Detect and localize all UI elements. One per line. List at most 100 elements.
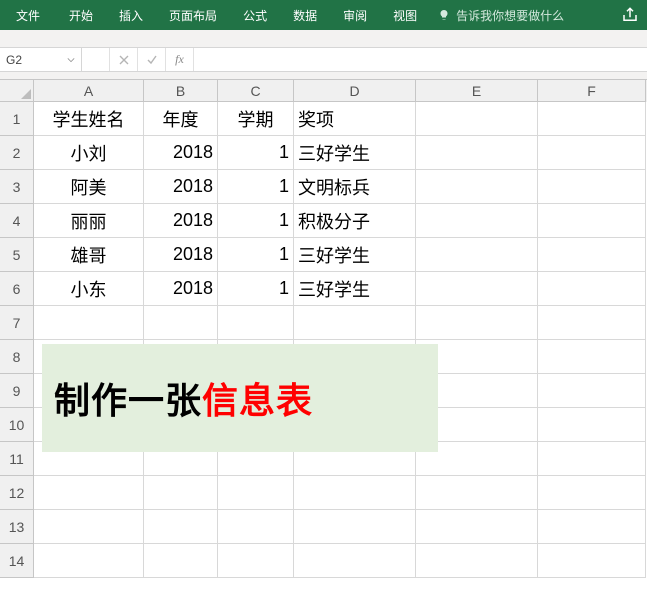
ribbon-tab-view[interactable]: 视图 bbox=[380, 0, 430, 30]
cell-f8[interactable] bbox=[538, 340, 646, 374]
formula-input[interactable] bbox=[194, 48, 647, 71]
ribbon-tab-formulas[interactable]: 公式 bbox=[230, 0, 280, 30]
cell-d4[interactable]: 积极分子 bbox=[294, 204, 416, 238]
cell-b1[interactable]: 年度 bbox=[144, 102, 218, 136]
cell-a13[interactable] bbox=[34, 510, 144, 544]
ribbon-tab-review[interactable]: 审阅 bbox=[330, 0, 380, 30]
row-header-13[interactable]: 13 bbox=[0, 510, 34, 544]
cell-d2[interactable]: 三好学生 bbox=[294, 136, 416, 170]
cell-e4[interactable] bbox=[416, 204, 538, 238]
row-header-5[interactable]: 5 bbox=[0, 238, 34, 272]
cell-a12[interactable] bbox=[34, 476, 144, 510]
cell-c14[interactable] bbox=[218, 544, 294, 578]
row-header-6[interactable]: 6 bbox=[0, 272, 34, 306]
ribbon-tab-insert[interactable]: 插入 bbox=[106, 0, 156, 30]
row-header-2[interactable]: 2 bbox=[0, 136, 34, 170]
cell-d3[interactable]: 文明标兵 bbox=[294, 170, 416, 204]
row-header-1[interactable]: 1 bbox=[0, 102, 34, 136]
cell-c13[interactable] bbox=[218, 510, 294, 544]
cell-f10[interactable] bbox=[538, 408, 646, 442]
cell-e7[interactable] bbox=[416, 306, 538, 340]
cell-a2[interactable]: 小刘 bbox=[34, 136, 144, 170]
col-header-b[interactable]: B bbox=[144, 80, 218, 102]
cell-c1[interactable]: 学期 bbox=[218, 102, 294, 136]
cell-f4[interactable] bbox=[538, 204, 646, 238]
col-header-a[interactable]: A bbox=[34, 80, 144, 102]
row-header-7[interactable]: 7 bbox=[0, 306, 34, 340]
cancel-formula-button[interactable] bbox=[110, 48, 138, 71]
ribbon-tab-data[interactable]: 数据 bbox=[280, 0, 330, 30]
cell-f5[interactable] bbox=[538, 238, 646, 272]
cell-f12[interactable] bbox=[538, 476, 646, 510]
cell-c3[interactable]: 1 bbox=[218, 170, 294, 204]
ribbon-tab-page-layout[interactable]: 页面布局 bbox=[156, 0, 230, 30]
select-all-corner[interactable] bbox=[0, 80, 34, 102]
cell-b2[interactable]: 2018 bbox=[144, 136, 218, 170]
cell-e1[interactable] bbox=[416, 102, 538, 136]
cell-b5[interactable]: 2018 bbox=[144, 238, 218, 272]
name-box[interactable]: G2 bbox=[0, 48, 82, 71]
share-icon[interactable] bbox=[621, 6, 639, 24]
row-header-12[interactable]: 12 bbox=[0, 476, 34, 510]
cell-e2[interactable] bbox=[416, 136, 538, 170]
cell-d12[interactable] bbox=[294, 476, 416, 510]
cell-d14[interactable] bbox=[294, 544, 416, 578]
cell-d7[interactable] bbox=[294, 306, 416, 340]
cell-e12[interactable] bbox=[416, 476, 538, 510]
row-header-9[interactable]: 9 bbox=[0, 374, 34, 408]
cell-a5[interactable]: 雄哥 bbox=[34, 238, 144, 272]
cell-a7[interactable] bbox=[34, 306, 144, 340]
cell-a4[interactable]: 丽丽 bbox=[34, 204, 144, 238]
cell-a3[interactable]: 阿美 bbox=[34, 170, 144, 204]
row-header-3[interactable]: 3 bbox=[0, 170, 34, 204]
cell-e6[interactable] bbox=[416, 272, 538, 306]
cell-c4[interactable]: 1 bbox=[218, 204, 294, 238]
cell-e5[interactable] bbox=[416, 238, 538, 272]
cell-f2[interactable] bbox=[538, 136, 646, 170]
cell-d5[interactable]: 三好学生 bbox=[294, 238, 416, 272]
cell-a6[interactable]: 小东 bbox=[34, 272, 144, 306]
cell-e3[interactable] bbox=[416, 170, 538, 204]
cell-a14[interactable] bbox=[34, 544, 144, 578]
cell-e14[interactable] bbox=[416, 544, 538, 578]
cell-f14[interactable] bbox=[538, 544, 646, 578]
cell-d6[interactable]: 三好学生 bbox=[294, 272, 416, 306]
cell-b4[interactable]: 2018 bbox=[144, 204, 218, 238]
ribbon-tab-home[interactable]: 开始 bbox=[56, 0, 106, 30]
cell-f1[interactable] bbox=[538, 102, 646, 136]
confirm-formula-button[interactable] bbox=[138, 48, 166, 71]
row-header-4[interactable]: 4 bbox=[0, 204, 34, 238]
cell-f7[interactable] bbox=[538, 306, 646, 340]
row-header-8[interactable]: 8 bbox=[0, 340, 34, 374]
cell-c7[interactable] bbox=[218, 306, 294, 340]
col-header-e[interactable]: E bbox=[416, 80, 538, 102]
cell-f3[interactable] bbox=[538, 170, 646, 204]
cell-d13[interactable] bbox=[294, 510, 416, 544]
ribbon-tab-file[interactable]: 文件 bbox=[0, 0, 56, 30]
cell-c12[interactable] bbox=[218, 476, 294, 510]
cell-c2[interactable]: 1 bbox=[218, 136, 294, 170]
cell-f13[interactable] bbox=[538, 510, 646, 544]
tell-me-search[interactable]: 告诉我你想要做什么 bbox=[438, 7, 564, 24]
col-header-d[interactable]: D bbox=[294, 80, 416, 102]
cell-b7[interactable] bbox=[144, 306, 218, 340]
cell-f11[interactable] bbox=[538, 442, 646, 476]
cell-c6[interactable]: 1 bbox=[218, 272, 294, 306]
cell-b3[interactable]: 2018 bbox=[144, 170, 218, 204]
row-header-11[interactable]: 11 bbox=[0, 442, 34, 476]
cell-d1[interactable]: 奖项 bbox=[294, 102, 416, 136]
col-header-c[interactable]: C bbox=[218, 80, 294, 102]
cell-b6[interactable]: 2018 bbox=[144, 272, 218, 306]
cell-b13[interactable] bbox=[144, 510, 218, 544]
fx-button[interactable]: fx bbox=[166, 48, 194, 71]
cell-e13[interactable] bbox=[416, 510, 538, 544]
cell-f9[interactable] bbox=[538, 374, 646, 408]
col-header-f[interactable]: F bbox=[538, 80, 646, 102]
cell-b12[interactable] bbox=[144, 476, 218, 510]
row-header-14[interactable]: 14 bbox=[0, 544, 34, 578]
cell-c5[interactable]: 1 bbox=[218, 238, 294, 272]
row-header-10[interactable]: 10 bbox=[0, 408, 34, 442]
cell-b14[interactable] bbox=[144, 544, 218, 578]
cell-a1[interactable]: 学生姓名 bbox=[34, 102, 144, 136]
cell-f6[interactable] bbox=[538, 272, 646, 306]
